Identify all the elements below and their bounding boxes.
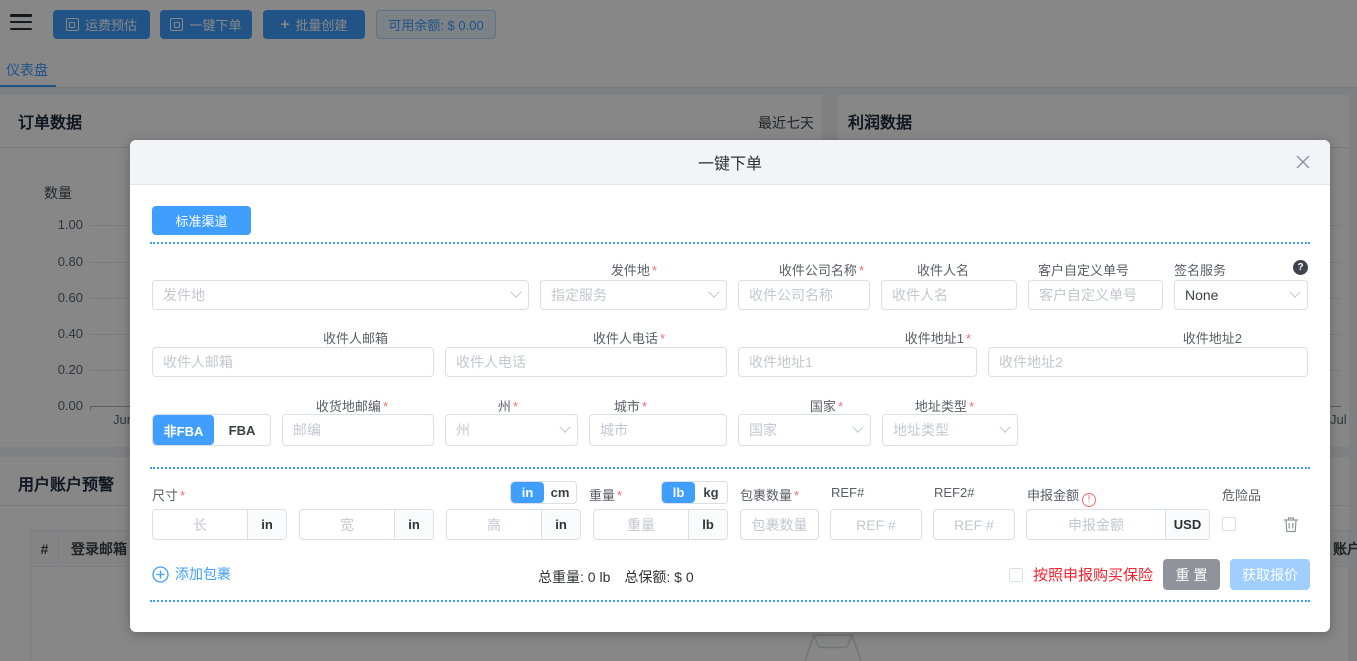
unit-lb-option[interactable]: lb [662,482,695,503]
width-input[interactable] [300,510,394,539]
fba-toggle: 非FBA FBA [152,414,271,446]
non-fba-option[interactable]: 非FBA [153,415,214,445]
ref2-label: REF2# [934,485,975,500]
form-label-row-1: 发件地 * 收件公司名称 * 收件人名 客户自定义单号 签名服务 ? [152,260,1308,279]
zip-label: 收货地邮编 [315,399,381,414]
chevron-down-icon [708,286,720,298]
custom-order-no-label: 客户自定义单号 [1037,263,1129,278]
get-quote-button[interactable]: 获取报价 [1230,559,1310,590]
country-select[interactable]: 国家 [738,414,871,446]
zip-input[interactable] [282,414,434,446]
help-question-icon[interactable]: ? [1293,260,1308,275]
email-label: 收件人邮箱 [322,331,388,346]
size-label: 尺寸 [152,488,179,503]
dangerous-goods-checkbox[interactable] [1222,517,1236,531]
state-select[interactable]: 州 [445,414,578,446]
chevron-down-icon [999,421,1011,433]
weight-unit: lb [688,510,727,539]
address2-input[interactable] [988,347,1308,377]
address-type-select[interactable]: 地址类型 [882,414,1018,446]
standard-channel-button[interactable]: 标准渠道 [152,206,251,235]
currency-unit: USD [1165,510,1209,539]
footer-actions: 按照申报购买保险 重置 获取报价 [1008,559,1310,590]
form-field-row-1: 发件地 指定服务 None [152,280,1308,310]
country-label: 国家 [809,399,836,414]
address1-label: 收件地址1 [904,331,964,346]
form-label-row-3: 收货地邮编 * 州 * 城市 * 国家 * 地址类型 * [315,399,974,414]
package-label-row: 尺寸 * in cm 重量 * lb kg 包裹数量 * REF# REF2# 申报金… [130,481,1330,507]
dangerous-goods-label: 危险品 [1222,488,1262,503]
address1-input[interactable] [738,347,977,377]
origin-select[interactable]: 发件地 [152,280,529,310]
chevron-down-icon [1289,286,1301,298]
width-field: in [299,509,434,540]
qty-label: 包裹数量 [740,488,793,503]
height-input[interactable] [447,510,541,539]
city-input[interactable] [589,414,727,446]
length-unit: in [247,510,286,539]
company-input[interactable] [738,280,870,310]
recipient-name-input[interactable] [881,280,1017,310]
service-select[interactable]: 指定服务 [540,280,727,310]
declared-amount-input[interactable] [1027,510,1165,539]
length-input[interactable] [153,510,247,539]
city-label: 城市 [613,399,640,414]
total-weight: 总重量: 0 lb [538,569,611,585]
weight-field: lb [593,509,728,540]
state-label: 州 [497,399,511,414]
add-package-link[interactable]: 添加包裹 [152,564,231,584]
weight-label: 重量 [589,488,616,503]
dashed-divider [150,242,1310,244]
dashed-divider [150,467,1310,469]
unit-kg-option[interactable]: kg [695,482,727,503]
totals: 总重量: 0 lb 总保额: $ 0 [538,567,694,587]
phone-label: 收件人电话 [592,331,658,346]
phone-input[interactable] [445,347,727,377]
address2-label: 收件地址2 [1182,331,1242,346]
total-insurance: 总保额: $ 0 [624,569,694,585]
weight-unit-toggle: lb kg [661,481,728,504]
close-icon[interactable] [1294,153,1312,171]
package-field-row: in in in lb USD [130,509,1330,540]
circle-plus-icon [152,565,169,583]
email-input[interactable] [152,347,434,377]
recipient-name-label: 收件人名 [916,263,969,278]
height-field: in [446,509,581,540]
unit-cm-option[interactable]: cm [544,482,576,503]
origin-label: 发件地 [610,263,650,278]
weight-input[interactable] [594,510,688,539]
qty-input[interactable] [740,509,819,540]
form-label-row-2: 收件人邮箱 收件人电话 * 收件地址1 * 收件地址2 [322,331,1242,346]
ref-label: REF# [831,485,865,500]
insurance-label: 按照申报购买保险 [1032,567,1153,584]
one-click-order-modal: 一键下单 标准渠道 发件地 * 收件公司名称 * 收件人名 客户自定义单号 签名服务… [130,140,1330,632]
trash-icon[interactable] [1283,516,1299,533]
declared-amount-label: 申报金额 [1027,488,1080,503]
declared-amount-field: USD [1026,509,1210,540]
custom-order-no-input[interactable] [1028,280,1163,310]
chevron-down-icon [559,421,571,433]
fba-option[interactable]: FBA [214,415,270,445]
info-icon[interactable]: ! [1082,492,1097,507]
dimension-unit-toggle: in cm [510,481,577,504]
reset-button[interactable]: 重置 [1163,559,1220,590]
ref-input[interactable] [830,509,922,540]
width-unit: in [394,510,433,539]
form-field-row-2 [152,347,1308,377]
height-unit: in [541,510,580,539]
length-field: in [152,509,287,540]
chevron-down-icon [510,286,522,298]
ref2-input[interactable] [933,509,1015,540]
company-label: 收件公司名称 [778,263,857,278]
form-field-row-3: 非FBA FBA 州 国家 地址类型 [152,414,1018,446]
modal-header: 一键下单 [130,140,1330,185]
unit-in-option[interactable]: in [511,482,544,503]
signature-service-label: 签名服务 [1174,263,1227,278]
address-type-label: 地址类型 [914,399,967,414]
modal-title: 一键下单 [697,156,762,173]
chevron-down-icon [852,421,864,433]
dashed-divider [150,600,1310,602]
insurance-checkbox[interactable] [1008,567,1023,582]
signature-service-select[interactable]: None [1174,280,1308,310]
